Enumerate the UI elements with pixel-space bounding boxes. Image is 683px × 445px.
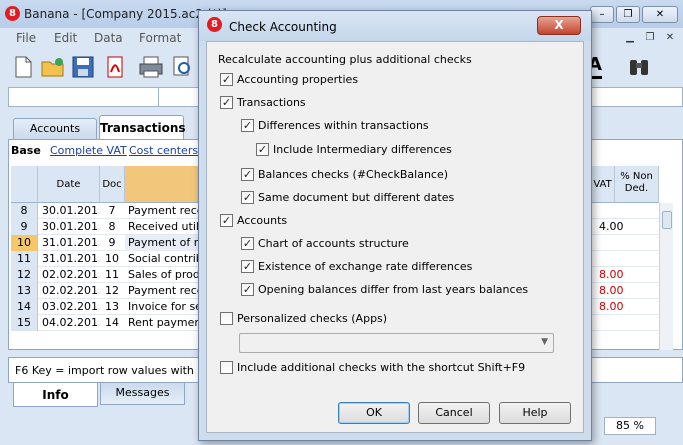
check-icon[interactable]: ✓ xyxy=(241,283,254,296)
check-icon[interactable]: ✓ xyxy=(241,260,254,273)
check-icon[interactable]: ✓ xyxy=(220,96,233,109)
check-icon[interactable]: ✓ xyxy=(241,168,254,181)
vat-cell: 8.00 xyxy=(599,284,624,297)
zoom-level[interactable]: 85 % xyxy=(604,417,656,435)
tab-messages[interactable]: Messages xyxy=(100,383,185,405)
save-icon[interactable] xyxy=(70,54,96,80)
binoculars-icon[interactable] xyxy=(626,54,652,80)
view-cost-centers[interactable]: Cost centers xyxy=(129,144,198,157)
chevron-down-icon: ▼ xyxy=(541,337,548,347)
pdf-icon[interactable] xyxy=(102,54,128,80)
menu-file[interactable]: File xyxy=(16,31,36,45)
check-icon[interactable]: ✓ xyxy=(241,191,254,204)
close-window-button[interactable]: ✕ xyxy=(642,6,678,23)
help-button[interactable]: Help xyxy=(499,402,571,424)
view-base[interactable]: Base xyxy=(11,144,41,157)
vat-cell: 8.00 xyxy=(599,300,624,313)
unchecked-box-icon[interactable] xyxy=(220,361,233,374)
print-preview-icon[interactable] xyxy=(170,54,196,80)
menu-data[interactable]: Data xyxy=(94,31,123,45)
tab-info[interactable]: Info xyxy=(13,383,98,407)
mdi-minimize-icon[interactable]: ▁ xyxy=(622,32,638,46)
column-header-description[interactable] xyxy=(125,166,205,203)
column-header-non-ded[interactable]: % Non Ded. xyxy=(615,166,659,203)
check-icon[interactable]: ✓ xyxy=(220,214,233,227)
check-accounting-dialog: 8 Check Accounting X Recalculate account… xyxy=(198,10,592,441)
mdi-restore-icon[interactable]: ❐ xyxy=(642,32,658,46)
new-document-icon[interactable] xyxy=(10,54,36,80)
print-icon[interactable] xyxy=(138,54,164,80)
vertical-scrollbar[interactable] xyxy=(659,203,673,350)
banana-logo-icon: 8 xyxy=(5,6,20,21)
scrollbar-thumb[interactable] xyxy=(662,211,672,229)
vat-cell: 8.00 xyxy=(599,268,624,281)
check-icon[interactable]: ✓ xyxy=(241,237,254,250)
tab-accounts[interactable]: Accounts xyxy=(13,118,97,140)
row-number-header xyxy=(11,166,38,203)
check-icon[interactable]: ✓ xyxy=(220,73,233,86)
dialog-body: Recalculate accounting plus additional c… xyxy=(206,41,584,433)
dialog-close-button[interactable]: X xyxy=(537,16,581,35)
mdi-close-icon[interactable]: ✕ xyxy=(662,32,678,46)
column-header-date[interactable]: Date xyxy=(38,166,100,203)
restore-button[interactable]: ❐ xyxy=(616,6,640,23)
banana-logo-icon: 8 xyxy=(207,17,222,32)
menu-edit[interactable]: Edit xyxy=(54,31,77,45)
unchecked-box-icon[interactable] xyxy=(220,312,233,325)
column-header-vat[interactable]: VAT xyxy=(591,166,615,203)
vat-cell: 4.00 xyxy=(599,220,624,233)
menu-format[interactable]: Format xyxy=(139,31,181,45)
view-complete-vat[interactable]: Complete VAT xyxy=(50,144,127,157)
apps-dropdown[interactable]: ▼ xyxy=(239,333,554,353)
main-window-title: Banana - [Company 2015.ac2 (*)] xyxy=(24,7,227,21)
check-icon[interactable]: ✓ xyxy=(256,143,269,156)
dialog-title-bar: 8 Check Accounting X xyxy=(199,11,591,41)
open-folder-icon[interactable] xyxy=(40,54,66,80)
ok-button[interactable]: OK xyxy=(338,402,410,424)
column-header-doc[interactable]: Doc xyxy=(100,166,125,203)
dialog-title: Check Accounting xyxy=(229,20,337,34)
tab-transactions[interactable]: Transactions xyxy=(99,115,186,140)
dialog-heading: Recalculate accounting plus additional c… xyxy=(218,53,472,66)
cancel-button[interactable]: Cancel xyxy=(418,402,490,424)
check-icon[interactable]: ✓ xyxy=(241,119,254,132)
minimize-button[interactable]: – xyxy=(590,6,614,23)
